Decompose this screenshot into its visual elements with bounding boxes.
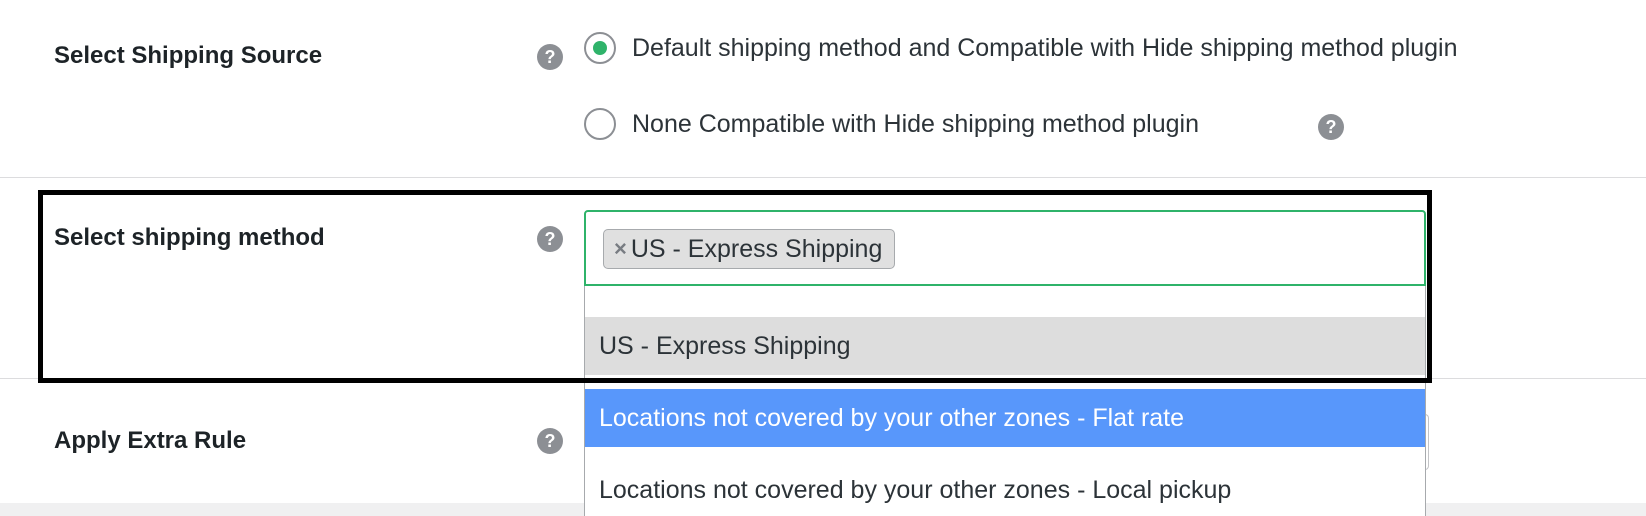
radio-default-shipping[interactable] (584, 32, 616, 64)
dropdown-option[interactable]: Locations not covered by your other zone… (585, 389, 1425, 447)
extra-rule-label: Apply Extra Rule (54, 427, 247, 454)
annotation-highlight-box (38, 190, 1432, 383)
question-icon[interactable]: ? (537, 44, 563, 70)
radio-checked-dot (593, 41, 607, 55)
row-divider (0, 177, 1646, 178)
shipping-source-label: Select Shipping Source (54, 42, 323, 69)
radio-default-shipping-label[interactable]: Default shipping method and Compatible w… (632, 34, 1458, 63)
dropdown-option[interactable]: Locations not covered by your other zone… (585, 461, 1425, 516)
shipping-settings-page: Select Shipping Source ? Default shippin… (0, 0, 1646, 516)
question-icon[interactable]: ? (537, 428, 563, 454)
question-icon[interactable]: ? (1318, 114, 1344, 140)
radio-none-compatible[interactable] (584, 108, 616, 140)
radio-none-compatible-label[interactable]: None Compatible with Hide shipping metho… (632, 110, 1199, 139)
